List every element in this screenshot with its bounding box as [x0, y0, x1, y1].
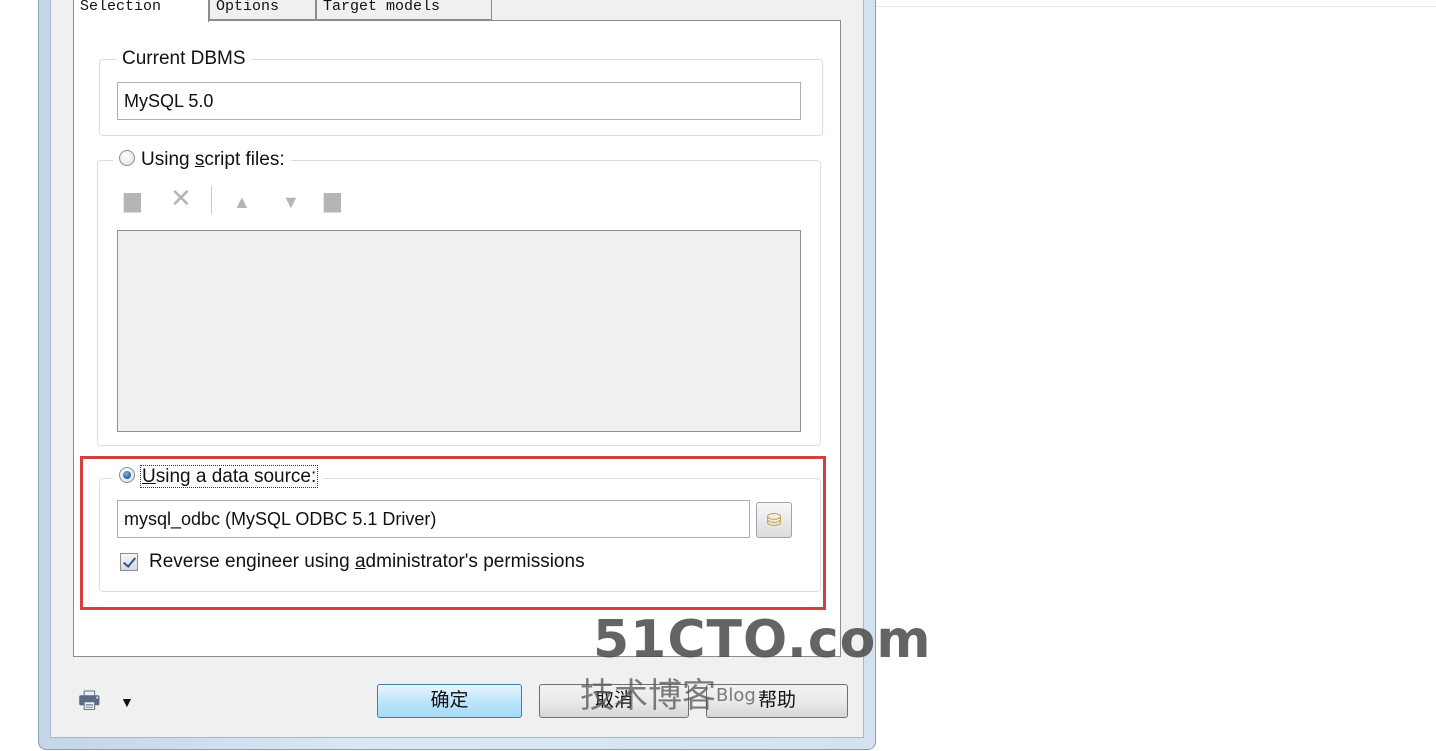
- tab-options[interactable]: Options: [209, 0, 316, 20]
- add-folder-icon[interactable]: ▆: [324, 188, 341, 212]
- move-up-icon[interactable]: ▲: [233, 190, 251, 214]
- data-source-radio[interactable]: [119, 466, 135, 483]
- toolbar-separator: [211, 186, 212, 214]
- data-source-option[interactable]: Using a data source:: [113, 465, 324, 488]
- data-source-field[interactable]: mysql_odbc (MySQL ODBC 5.1 Driver): [117, 500, 750, 538]
- admin-permissions-label[interactable]: Reverse engineer using administrator's p…: [149, 550, 585, 574]
- page-divider: [876, 6, 1436, 7]
- move-down-icon[interactable]: ▼: [282, 190, 300, 214]
- ok-button[interactable]: 确定: [377, 684, 522, 718]
- current-dbms-field: MySQL 5.0: [117, 82, 801, 120]
- tab-selection[interactable]: Selection: [73, 0, 209, 22]
- admin-permissions-checkbox[interactable]: [120, 553, 138, 571]
- delete-icon[interactable]: ✕: [170, 185, 192, 211]
- select-data-source-button[interactable]: ⛁: [756, 502, 792, 538]
- script-files-radio[interactable]: [119, 149, 135, 166]
- cancel-button[interactable]: 取消: [539, 684, 689, 718]
- script-files-option[interactable]: Using script files:: [113, 149, 291, 171]
- data-source-label: Using a data source:: [139, 465, 319, 488]
- tab-target-models[interactable]: Target models: [316, 0, 492, 20]
- chevron-down-icon: ▼: [120, 694, 134, 710]
- add-file-icon[interactable]: ▆: [124, 188, 141, 212]
- script-files-label: Using script files:: [141, 149, 285, 170]
- printer-icon: 🖶: [78, 687, 101, 714]
- script-files-list[interactable]: [117, 230, 801, 432]
- help-button[interactable]: 帮助: [706, 684, 848, 718]
- current-dbms-label: Current DBMS: [116, 48, 252, 70]
- options-menu-button[interactable]: 🖶 ▼: [78, 684, 138, 718]
- database-icon: ⛁: [766, 510, 782, 530]
